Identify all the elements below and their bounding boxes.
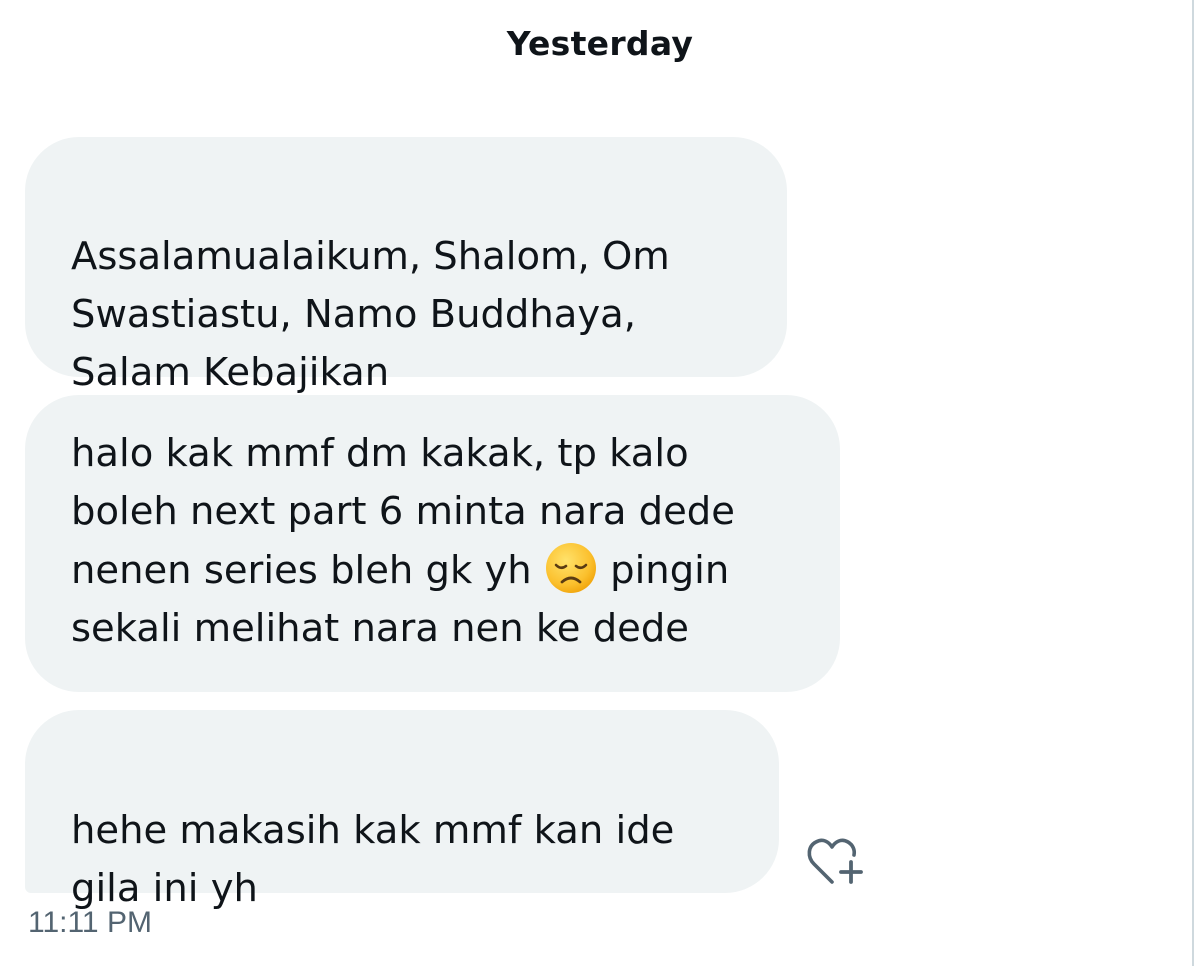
- heart-plus-icon[interactable]: [804, 832, 866, 888]
- message-text: Assalamualaikum, Shalom, Om Swastiastu, …: [71, 234, 670, 395]
- message-bubble-3[interactable]: hehe makasih kak mmf kan ide gila ini yh: [25, 710, 779, 911]
- date-separator: Yesterday: [506, 24, 694, 63]
- disappointed-face-emoji-icon: [544, 541, 598, 595]
- scroll-divider: [1192, 0, 1194, 966]
- message-bubble-1[interactable]: Assalamualaikum, Shalom, Om Swastiastu, …: [25, 137, 787, 395]
- message-bubble-2[interactable]: halo kak mmf dm kakak, tp kalo boleh nex…: [25, 395, 840, 692]
- dm-conversation: Yesterday Assalamualaikum, Shalom, Om Sw…: [0, 0, 1200, 966]
- message-text: hehe makasih kak mmf kan ide gila ini yh: [71, 808, 675, 911]
- message-timestamp: 11:11 PM: [28, 906, 152, 939]
